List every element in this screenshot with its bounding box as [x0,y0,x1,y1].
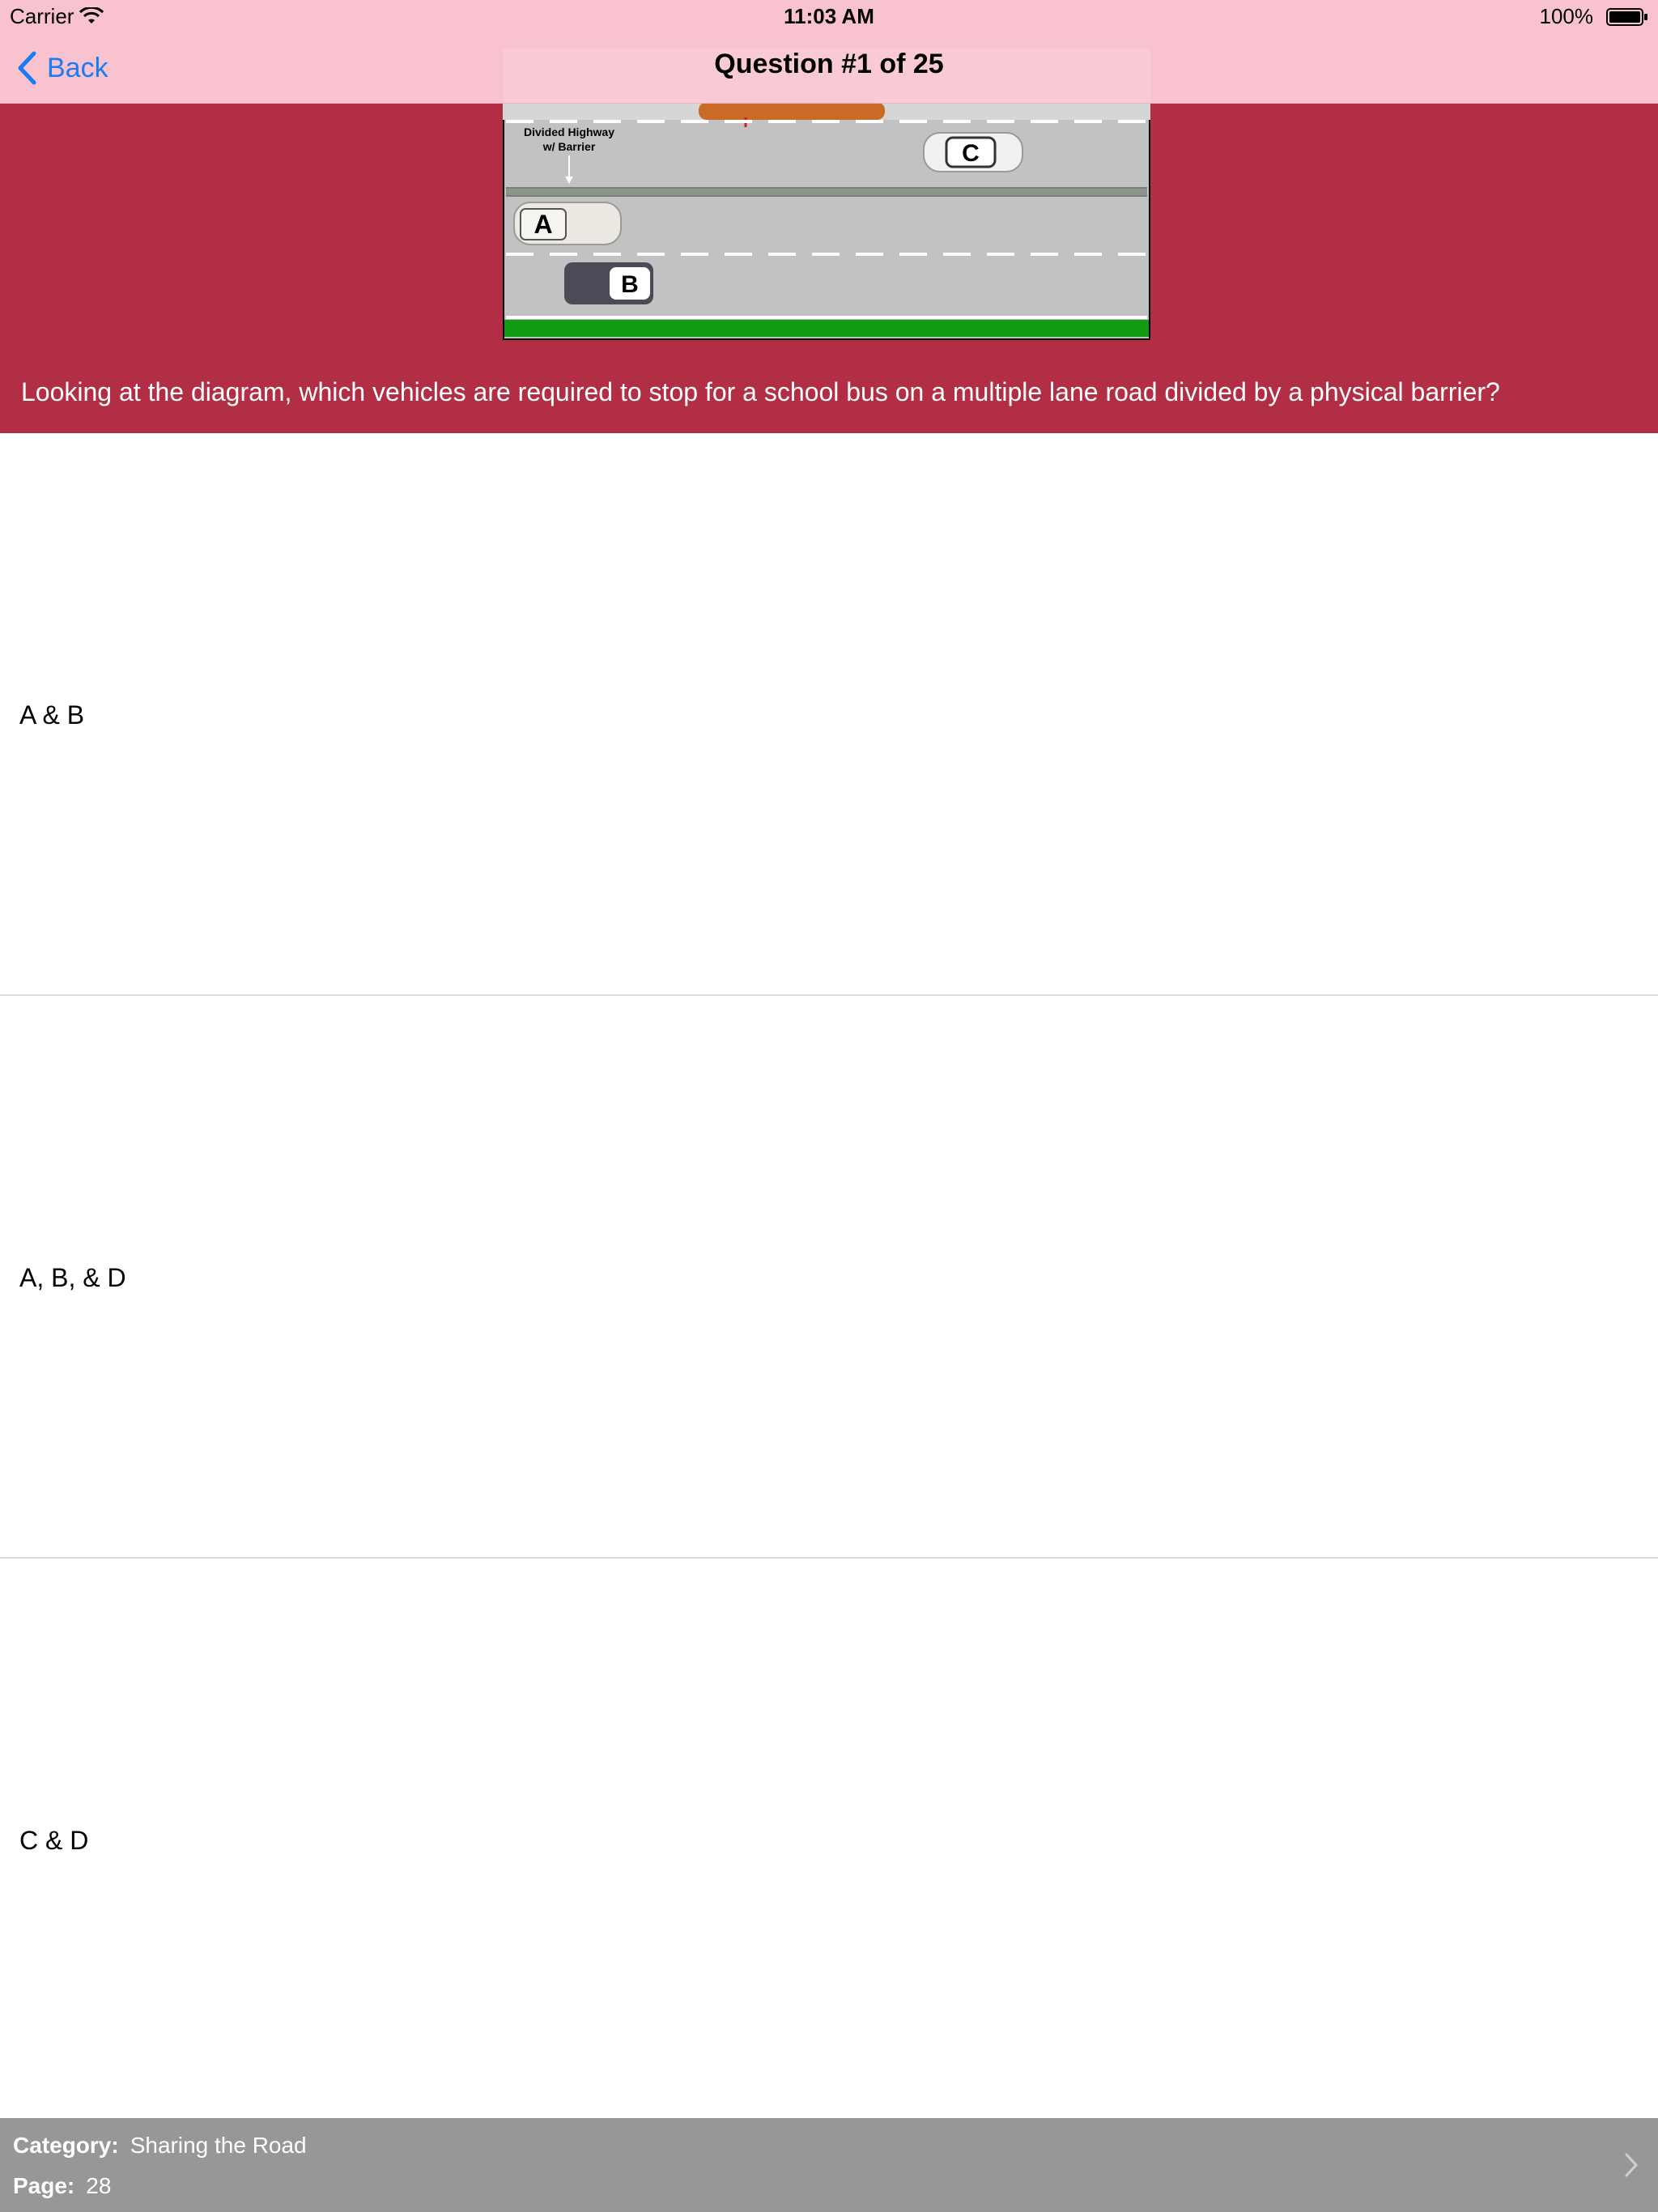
page-line: Page: 28 [13,2173,111,2199]
page-key: Page: [13,2173,75,2198]
vehicle-b: B [564,262,653,304]
answer-label: A & B [19,700,85,730]
status-bar: Carrier 11:03 AM 100% [0,0,1658,32]
barrier-label-line1: Divided Highway [524,125,614,138]
svg-text:A: A [534,210,552,239]
answer-option-2[interactable]: A, B, & D [0,996,1658,1559]
barrier-label-line2: w/ Barrier [542,140,596,153]
navigation-bar: Carrier 11:03 AM 100% Back Question #1 o… [0,0,1658,104]
answer-option-1[interactable]: A & B [0,433,1658,996]
answer-option-3[interactable]: C & D [0,1559,1658,2120]
answer-list: A & B A, B, & D C & D [0,433,1658,2120]
answer-label: C & D [19,1826,89,1855]
battery-percentage: 100% [1539,4,1594,28]
svg-text:B: B [621,271,639,298]
grass-strip [504,320,1149,337]
chevron-right-icon [1625,2153,1638,2177]
vehicle-c: C [923,132,1023,172]
barrier [506,188,1147,196]
page-title: Question #1 of 25 [714,49,944,79]
battery-icon [1606,8,1647,26]
reference-footer[interactable]: Category: Sharing the Road Page: 28 [0,2118,1658,2212]
vehicle-a: A [513,202,622,245]
page-value: 28 [86,2173,112,2198]
school-bus [699,102,885,120]
category-value: Sharing the Road [130,2133,307,2158]
category-key: Category: [13,2133,119,2158]
category-line: Category: Sharing the Road [13,2133,307,2159]
answer-label: A, B, & D [19,1263,126,1292]
status-time: 11:03 AM [784,4,874,28]
svg-text:C: C [962,140,980,167]
quiz-screen: Divided Highway w/ Barrier C A B Looking… [0,0,1658,2212]
question-text: Looking at the diagram, which vehicles a… [21,377,1500,406]
